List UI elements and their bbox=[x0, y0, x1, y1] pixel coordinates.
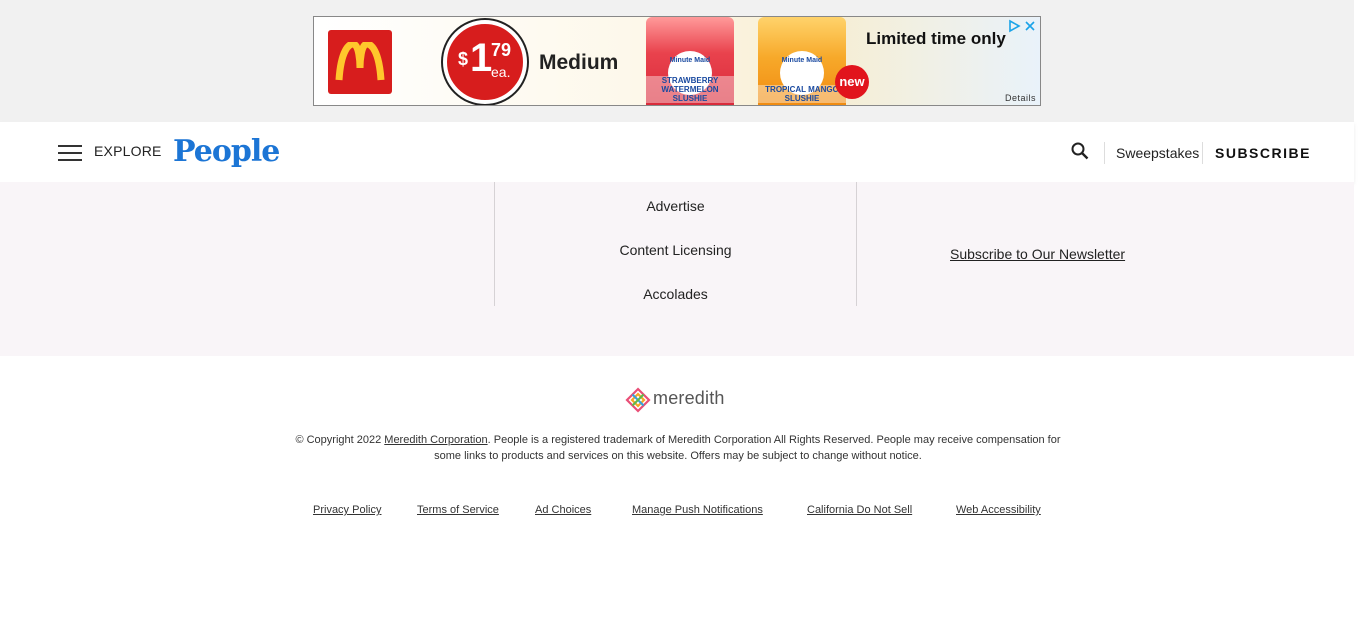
price-badge: $ 1 79 ea. bbox=[443, 20, 527, 104]
people-logo[interactable]: People bbox=[173, 134, 280, 169]
mcdonalds-logo bbox=[328, 30, 392, 94]
price-unit: ea. bbox=[491, 64, 511, 80]
adchoices-icon[interactable] bbox=[1007, 19, 1037, 33]
meredith-logo[interactable]: meredith bbox=[625, 387, 724, 413]
explore-button[interactable]: EXPLORE bbox=[94, 143, 162, 159]
price-cents: 79 bbox=[491, 40, 512, 60]
meredith-wordmark: meredith bbox=[653, 388, 725, 408]
slushie-cup-strawberry: Minute Maid STRAWBERRY WATERMELON SLUSHI… bbox=[646, 17, 734, 105]
cup-flavor-right: TROPICAL MANGO SLUSHIE bbox=[758, 85, 846, 103]
privacy-policy-link[interactable]: Privacy Policy bbox=[313, 504, 381, 516]
subscribe-button[interactable]: SUBSCRIBE bbox=[1215, 145, 1311, 161]
cup-flavor-left: STRAWBERRY WATERMELON SLUSHIE bbox=[646, 76, 734, 103]
ad-details-link[interactable]: Details bbox=[1005, 93, 1036, 103]
site-header: EXPLORE People Sweepstakes SUBSCRIBE bbox=[0, 122, 1354, 182]
footer-link-accolades[interactable]: Accolades bbox=[495, 286, 856, 302]
terms-of-service-link[interactable]: Terms of Service bbox=[417, 504, 499, 516]
footer-links-section: Advertise Content Licensing Accolades Su… bbox=[0, 182, 1354, 356]
new-badge: new bbox=[835, 65, 869, 99]
header-divider bbox=[1104, 142, 1105, 164]
ad-choices-link[interactable]: Ad Choices bbox=[535, 504, 591, 516]
copyright-prefix: © Copyright 2022 bbox=[295, 434, 385, 446]
hamburger-menu-icon[interactable] bbox=[58, 145, 82, 161]
ad-size-label: Medium bbox=[539, 51, 619, 74]
sweepstakes-link[interactable]: Sweepstakes bbox=[1116, 145, 1199, 161]
footer-column-divider bbox=[856, 182, 857, 306]
copyright-text: © Copyright 2022 Meredith Corporation. P… bbox=[283, 432, 1073, 464]
legal-links: Privacy Policy Terms of Service Ad Choic… bbox=[313, 504, 1073, 520]
copyright-body: . People is a registered trademark of Me… bbox=[434, 434, 1061, 462]
meredith-mark-icon bbox=[625, 387, 651, 413]
meredith-corporation-link[interactable]: Meredith Corporation bbox=[384, 434, 487, 446]
price-main: 1 bbox=[470, 36, 493, 80]
header-divider bbox=[1202, 142, 1203, 164]
footer-link-content-licensing[interactable]: Content Licensing bbox=[495, 242, 856, 258]
ad-headline: Limited time only bbox=[866, 29, 1006, 48]
manage-push-notifications-link[interactable]: Manage Push Notifications bbox=[632, 504, 763, 516]
footer-link-advertise[interactable]: Advertise bbox=[495, 198, 856, 214]
search-icon[interactable] bbox=[1071, 142, 1089, 160]
california-do-not-sell-link[interactable]: California Do Not Sell bbox=[807, 504, 912, 516]
newsletter-link[interactable]: Subscribe to Our Newsletter bbox=[950, 246, 1125, 262]
ad-band: $ 1 79 ea. Medium Minute Maid STRAWBERRY… bbox=[0, 0, 1354, 122]
slushie-cup-mango: Minute Maid TROPICAL MANGO SLUSHIE bbox=[758, 17, 846, 105]
web-accessibility-link[interactable]: Web Accessibility bbox=[956, 504, 1041, 516]
advertisement-banner[interactable]: $ 1 79 ea. Medium Minute Maid STRAWBERRY… bbox=[313, 16, 1041, 106]
price-dollar: $ bbox=[458, 49, 469, 69]
